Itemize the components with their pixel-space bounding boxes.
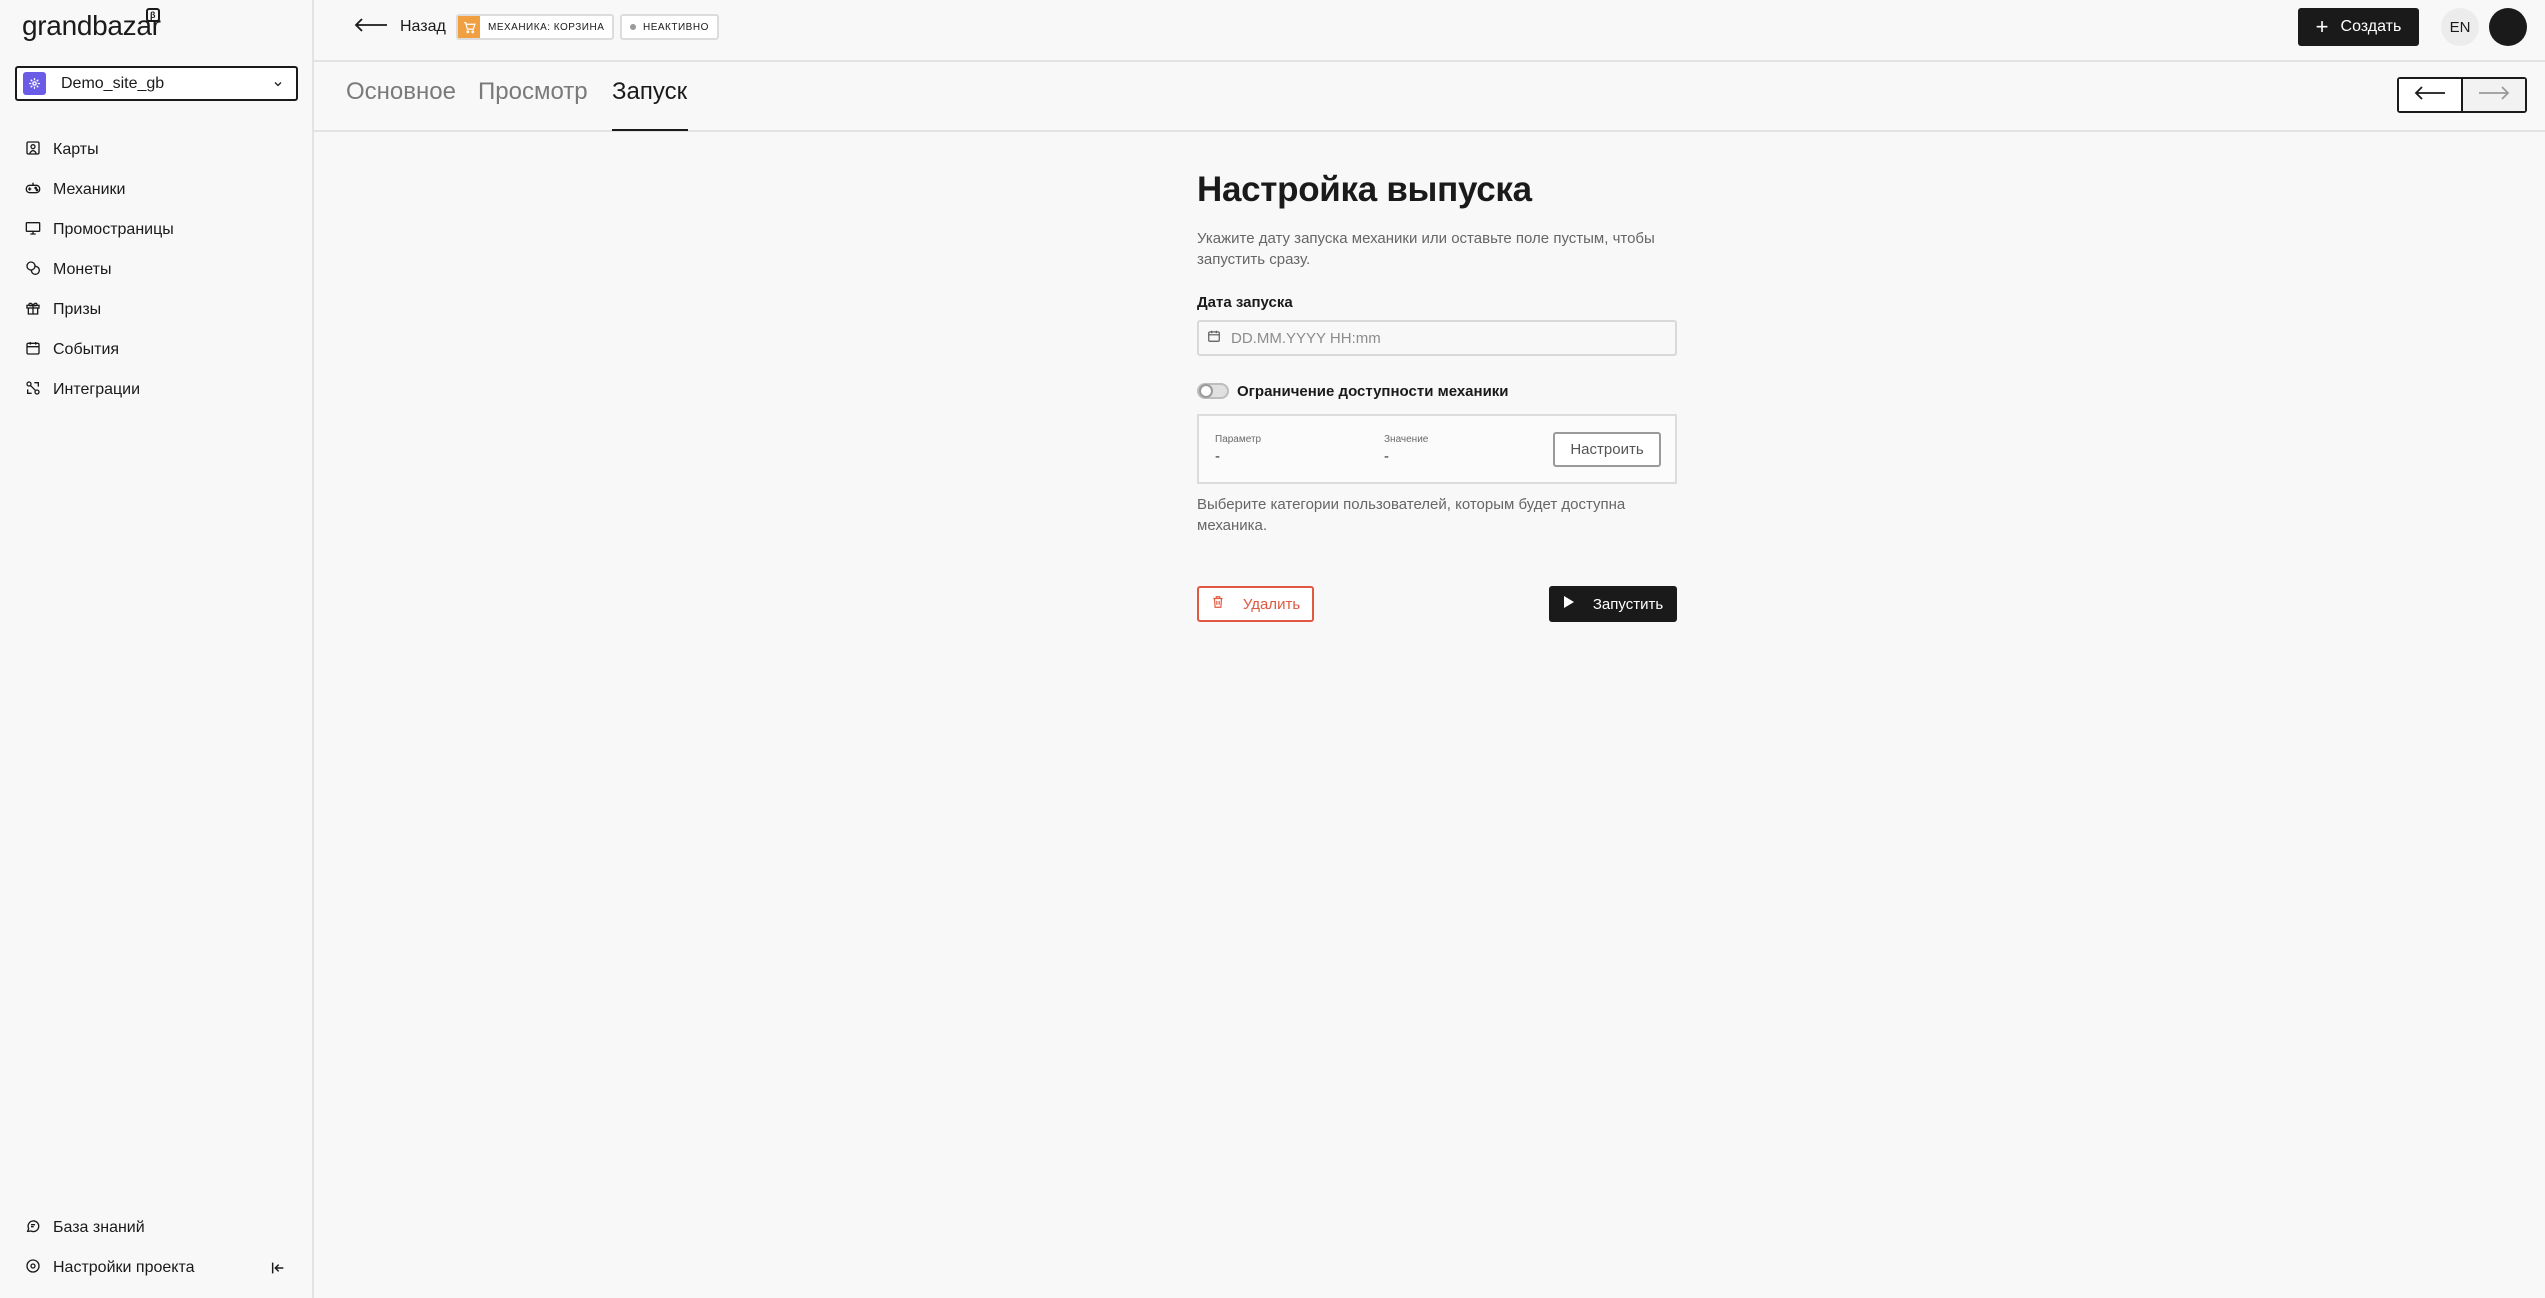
sidebar-item-prizes[interactable]: Призы (0, 290, 312, 330)
plus-icon: + (2315, 14, 2329, 39)
brand-badge: β (146, 8, 160, 22)
sidebar-item-label: Карты (53, 141, 99, 158)
sidebar-item-integrations[interactable]: Интеграции (0, 370, 312, 410)
avatar[interactable] (2489, 8, 2527, 46)
param-label: Параметр (1215, 434, 1262, 445)
integrations-icon (25, 380, 41, 401)
launch-button[interactable]: Запустить (1549, 586, 1677, 622)
sidebar-item-project-settings[interactable]: Настройки проекта (0, 1248, 312, 1288)
sidebar-item-label: База знаний (53, 1219, 145, 1236)
value-column: Значение - (1384, 434, 1428, 465)
project-name: Demo_site_gb (61, 74, 165, 92)
launch-date-input[interactable]: DD.MM.YYYY HH:mm (1197, 320, 1677, 356)
status-badge-label: Неактивно (643, 21, 709, 33)
sidebar-item-events[interactable]: События (0, 330, 312, 370)
setup-button[interactable]: Настроить (1553, 432, 1661, 467)
sidebar-item-label: Монеты (53, 261, 112, 278)
delete-button[interactable]: Удалить (1197, 586, 1314, 622)
play-icon (1563, 595, 1575, 613)
tabs-bar: Основное Просмотр Запуск (314, 62, 2545, 132)
sidebar-item-knowledge-base[interactable]: База знаний (0, 1208, 312, 1248)
topbar: Назад Механика: корзина Неактивно + Созд… (314, 0, 2545, 62)
project-select[interactable]: Demo_site_gb (15, 66, 298, 101)
launch-date-label: Дата запуска (1197, 294, 1293, 311)
active-tab-indicator (612, 129, 688, 131)
step-navigation (2397, 77, 2527, 113)
calendar-icon (1207, 329, 1221, 348)
restriction-row: Ограничение доступности механики (1197, 382, 1677, 400)
restriction-toggle[interactable] (1197, 383, 1229, 399)
settings-icon (25, 1258, 41, 1279)
sidebar-item-label: Механики (53, 181, 126, 198)
tab-main[interactable]: Основное (346, 78, 456, 106)
restriction-hint: Выберите категории пользователей, которы… (1197, 496, 1626, 534)
sidebar-item-label: Призы (53, 301, 102, 318)
status-badge: Неактивно (620, 14, 719, 40)
language-switch[interactable]: EN (2441, 8, 2479, 46)
arrow-right-icon (2478, 85, 2510, 105)
brand-logo[interactable]: grandbazar (22, 10, 161, 42)
coins-icon (25, 260, 41, 281)
next-step-button[interactable] (2463, 79, 2525, 111)
gamepad-icon (25, 180, 41, 201)
sidebar-item-promo-pages[interactable]: Промостраницы (0, 210, 312, 250)
map-icon (25, 140, 41, 161)
page-description: Укажите дату запуска механики или оставь… (1197, 230, 1655, 268)
tab-preview[interactable]: Просмотр (478, 78, 588, 106)
arrow-left-icon (354, 17, 388, 37)
toggle-knob (1199, 384, 1213, 398)
status-dot-icon (630, 24, 636, 30)
back-label: Назад (400, 18, 446, 35)
monitor-icon (25, 220, 41, 241)
trash-icon (1211, 595, 1225, 613)
sidebar-bottom: База знаний Настройки проекта (0, 1208, 312, 1288)
sidebar: grandbazar β Demo_site_gb Карты Механики… (0, 0, 314, 1298)
launch-date-placeholder: DD.MM.YYYY HH:mm (1231, 329, 1381, 347)
param-column: Параметр - (1215, 434, 1261, 465)
sidebar-item-label: Настройки проекта (53, 1259, 195, 1276)
calendar-icon (25, 340, 41, 361)
sidebar-nav: Карты Механики Промостраницы Монеты Приз… (0, 130, 312, 410)
restriction-label: Ограничение доступности механики (1237, 382, 1509, 400)
chat-icon (25, 1218, 41, 1239)
project-icon (23, 72, 46, 95)
sidebar-item-maps[interactable]: Карты (0, 130, 312, 170)
sidebar-item-coins[interactable]: Монеты (0, 250, 312, 290)
collapse-sidebar-icon[interactable] (270, 1260, 286, 1281)
create-button[interactable]: + Создать (2298, 8, 2419, 46)
page-title: Настройка выпуска (1197, 170, 1532, 209)
sidebar-item-label: Промостраницы (53, 221, 174, 238)
delete-label: Удалить (1242, 595, 1301, 613)
create-label: Создать (2340, 18, 2402, 35)
previous-step-button[interactable] (2399, 79, 2463, 111)
value-value: - (1384, 448, 1389, 465)
release-settings-form: Настройка выпуска Укажите дату запуска м… (1197, 170, 1677, 622)
mechanic-badge: Механика: корзина (456, 14, 615, 40)
launch-label: Запустить (1592, 595, 1664, 613)
arrow-left-icon (2414, 85, 2446, 105)
sidebar-item-label: События (53, 341, 120, 358)
sidebar-item-mechanics[interactable]: Механики (0, 170, 312, 210)
restriction-params: Параметр - Значение - Настроить (1197, 414, 1677, 484)
form-actions: Удалить Запустить (1197, 586, 1677, 622)
mechanic-badge-label: Механика: корзина (488, 21, 605, 33)
sidebar-item-label: Интеграции (53, 381, 141, 398)
cart-icon (458, 16, 480, 38)
param-value: - (1215, 448, 1220, 465)
value-label: Значение (1384, 434, 1429, 445)
app: grandbazar β Demo_site_gb Карты Механики… (0, 0, 2545, 1298)
back-button[interactable]: Назад (354, 14, 446, 40)
gift-icon (25, 300, 41, 321)
chevron-down-icon (272, 77, 284, 95)
tab-launch[interactable]: Запуск (612, 78, 687, 106)
